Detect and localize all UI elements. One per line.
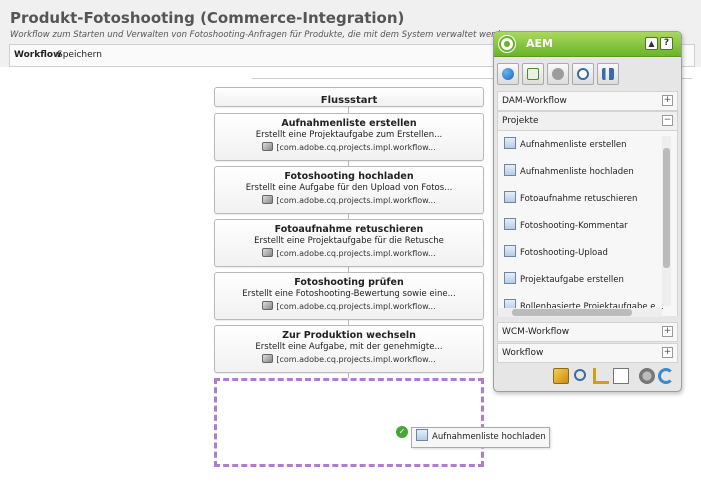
page-subtitle: Workflow zum Starten und Verwalten von F… (10, 30, 500, 40)
tab-workflow[interactable] (597, 63, 619, 85)
workflow-step[interactable]: Fotoaufnahme retuschieren Erstellt eine … (214, 219, 484, 267)
workflow-step-icon (504, 272, 516, 284)
section-projekte[interactable]: Projekte − (497, 111, 678, 131)
sidekick-bottom-toolbar (497, 365, 678, 389)
refresh-icon[interactable] (658, 368, 674, 384)
step-title: Fotoshooting prüfen (294, 277, 404, 288)
section-dam-workflow[interactable]: DAM-Workflow + (497, 91, 678, 111)
step-description: Erstellt eine Fotoshooting-Bewertung sow… (242, 289, 456, 299)
dragged-component[interactable]: Aufnahmenliste hochladen (411, 427, 550, 448)
collapse-button[interactable]: ▲ (645, 37, 658, 50)
expand-icon[interactable]: + (662, 326, 673, 337)
drop-target-zone[interactable] (214, 378, 484, 467)
list-item[interactable]: Fotoaufnahme retuschieren (504, 191, 637, 204)
process-icon (262, 195, 274, 204)
sidekick-title: AEM (526, 37, 553, 50)
process-icon (262, 301, 274, 310)
section-workflow[interactable]: Workflow + (497, 343, 678, 363)
step-description: Erstellt eine Aufgabe für den Upload von… (245, 183, 453, 193)
workflow-step-icon (504, 218, 516, 230)
vertical-scrollbar[interactable] (662, 136, 671, 306)
workflow-step-icon (504, 191, 516, 203)
workflow-step[interactable]: Aufnahmenliste erstellen Erstellt eine P… (214, 113, 484, 161)
workflow-step-icon (504, 245, 516, 257)
clock-icon (577, 68, 589, 80)
dragged-component-label: Aufnahmenliste hochladen (432, 432, 546, 442)
workflow-icon (602, 68, 614, 80)
step-title: Zur Produktion wechseln (282, 330, 416, 341)
section-label: DAM-Workflow (502, 96, 567, 106)
process-icon (262, 248, 274, 257)
step-title: Fotoshooting hochladen (284, 171, 414, 182)
flow-start-label: Flussstart (320, 95, 378, 106)
tab-components[interactable] (497, 63, 519, 85)
step-implementation: [com.adobe.cq.projects.impl.workflow... (276, 143, 436, 152)
save-button[interactable]: Speichern (57, 50, 102, 60)
section-label: Projekte (502, 116, 539, 126)
workflow-step[interactable]: Zur Produktion wechseln Erstellt eine Au… (214, 325, 484, 373)
design-ruler-icon[interactable] (593, 368, 609, 384)
process-icon (262, 142, 274, 151)
scrollbar-thumb[interactable] (512, 309, 632, 316)
edit-pencil-icon[interactable] (553, 368, 569, 384)
projekte-component-list: Aufnahmenliste erstellen Aufnahmenliste … (497, 131, 678, 316)
step-implementation: [com.adobe.cq.projects.impl.workflow... (276, 302, 436, 311)
document-icon[interactable] (613, 368, 629, 384)
list-item[interactable]: Fotoshooting-Kommentar (504, 218, 628, 231)
aem-sidekick-panel[interactable]: AEM ▲ ? DAM-Workflow + Projekte − Aufnah… (493, 31, 682, 392)
list-item[interactable]: Projektaufgabe erstellen (504, 272, 624, 285)
expand-icon[interactable]: + (662, 95, 673, 106)
step-description: Erstellt eine Aufgabe, mit der genehmigt… (255, 342, 443, 352)
info-icon (552, 68, 564, 80)
tab-versioning[interactable] (572, 63, 594, 85)
aem-logo-icon (499, 36, 515, 52)
settings-gear-icon[interactable] (639, 368, 655, 384)
step-description: Erstellt eine Projektaufgabe für die Ret… (254, 236, 444, 246)
help-button[interactable]: ? (660, 37, 673, 50)
scrollbar-thumb[interactable] (663, 148, 670, 268)
section-label: WCM-Workflow (502, 327, 570, 337)
workflow-step[interactable]: Fotoshooting prüfen Erstellt eine Fotosh… (214, 272, 484, 320)
drop-allowed-check-icon: ✓ (396, 426, 408, 438)
step-implementation: [com.adobe.cq.projects.impl.workflow... (276, 249, 436, 258)
list-item[interactable]: Aufnahmenliste erstellen (504, 137, 627, 150)
step-implementation: [com.adobe.cq.projects.impl.workflow... (276, 355, 436, 364)
tab-information[interactable] (547, 63, 569, 85)
step-implementation: [com.adobe.cq.projects.impl.workflow... (276, 196, 436, 205)
list-item[interactable]: Fotoshooting-Upload (504, 245, 608, 258)
flow-start-node[interactable]: Flussstart (214, 87, 484, 107)
tab-page[interactable] (522, 63, 544, 85)
collapse-icon[interactable]: − (662, 115, 673, 126)
horizontal-scrollbar[interactable] (498, 308, 662, 317)
list-item[interactable]: Aufnahmenliste hochladen (504, 164, 634, 177)
workflow-step[interactable]: Fotoshooting hochladen Erstellt eine Auf… (214, 166, 484, 214)
page-title: Produkt-Fotoshooting (Commerce-Integrati… (10, 9, 405, 27)
workflow-menu-button[interactable]: Workflow (14, 50, 61, 60)
step-title: Fotoaufnahme retuschieren (274, 224, 424, 235)
section-wcm-workflow[interactable]: WCM-Workflow + (497, 322, 678, 342)
components-icon (502, 68, 514, 80)
page-icon (527, 68, 539, 80)
workflow-step-icon (504, 164, 516, 176)
preview-magnifier-icon[interactable] (574, 369, 586, 381)
section-label: Workflow (502, 348, 544, 358)
workflow-step-icon (504, 137, 516, 149)
step-description: Erstellt eine Projektaufgabe zum Erstell… (255, 130, 443, 140)
workflow-step-icon (416, 429, 428, 441)
expand-icon[interactable]: + (662, 347, 673, 358)
process-icon (262, 354, 274, 363)
sidekick-header[interactable]: AEM ▲ ? (494, 32, 681, 57)
step-title: Aufnahmenliste erstellen (281, 118, 417, 129)
